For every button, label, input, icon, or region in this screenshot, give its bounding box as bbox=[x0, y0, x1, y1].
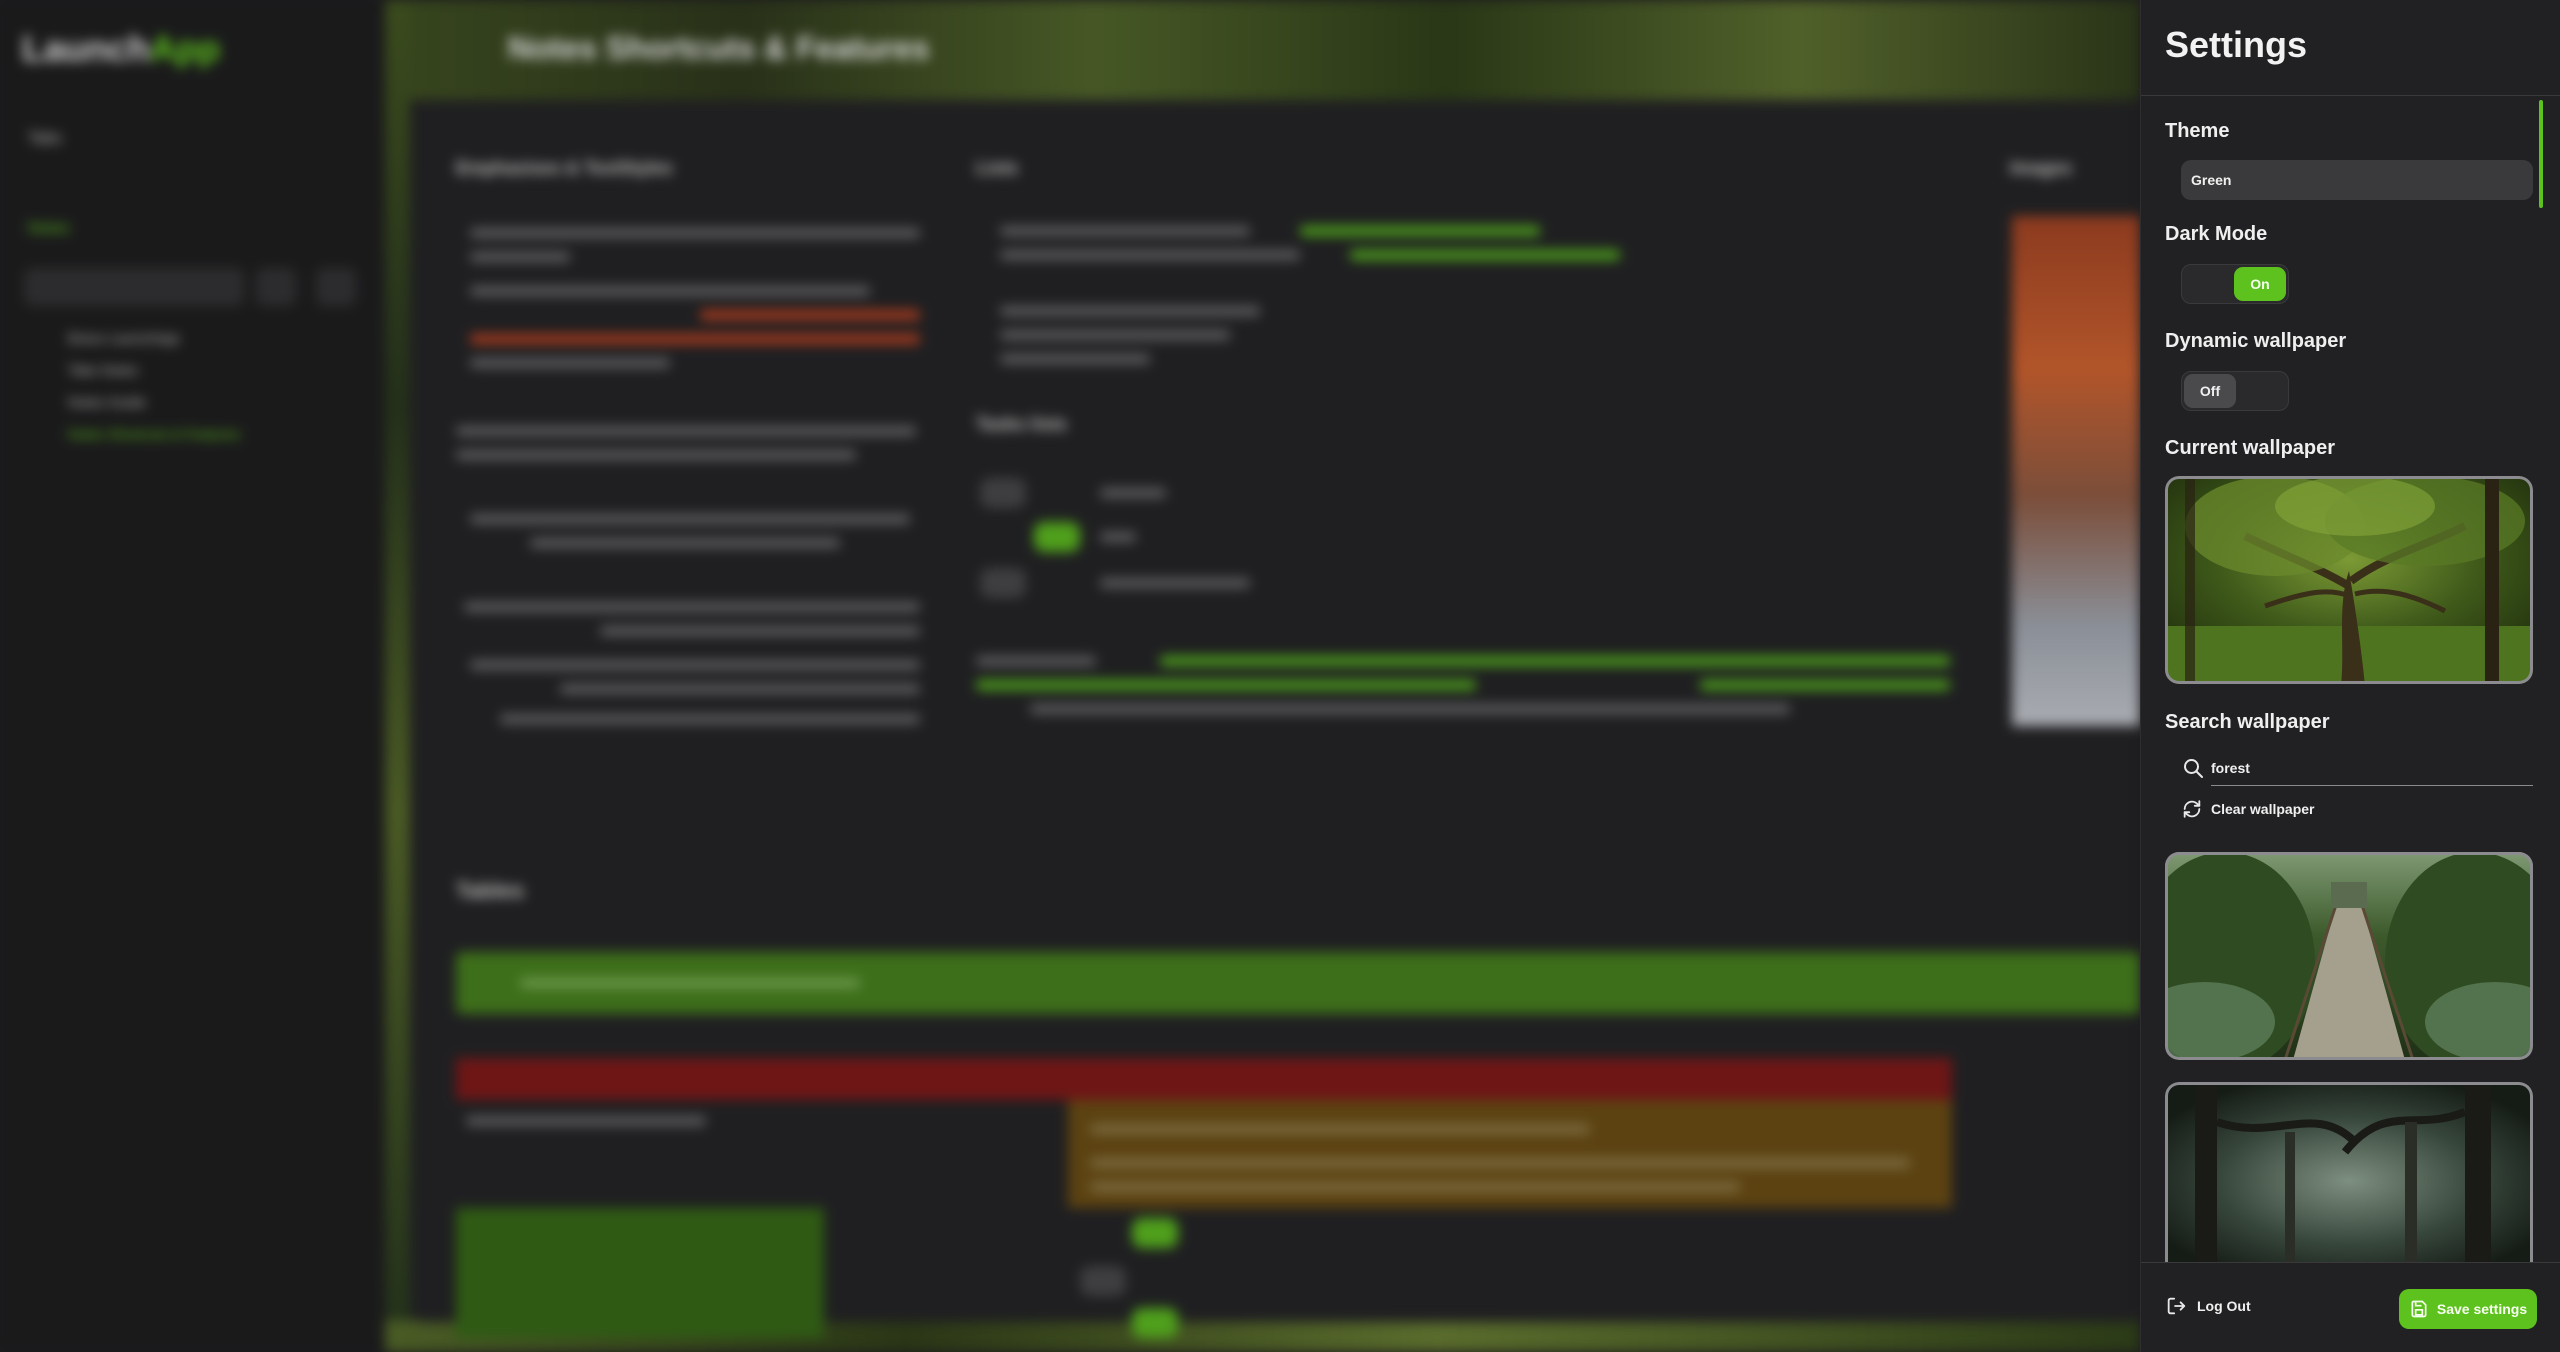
current-wallpaper-image[interactable] bbox=[2165, 476, 2533, 684]
save-icon bbox=[2411, 1300, 2427, 1318]
sidebar-notes[interactable]: Notes bbox=[28, 220, 70, 238]
dynamic-wallpaper-state: Off bbox=[2184, 374, 2236, 408]
wallpaper-result[interactable] bbox=[2165, 1082, 2533, 1262]
background-app: LaunchApp Tabs Notes Bravo LaunchApp Tak… bbox=[0, 0, 2140, 1352]
app-logo: LaunchApp bbox=[22, 28, 220, 70]
table-cell bbox=[456, 1208, 824, 1338]
section-heading: Tasks lists bbox=[976, 414, 1067, 434]
save-settings-label: Save settings bbox=[2436, 1301, 2528, 1317]
section-heading: Lists bbox=[976, 158, 1019, 178]
wallpaper-frame bbox=[2165, 852, 2533, 1060]
theme-label: Theme bbox=[2165, 120, 2230, 142]
note-action-button[interactable] bbox=[256, 268, 296, 306]
page-title: Notes Shortcuts & Features bbox=[508, 30, 930, 66]
settings-scrollbar[interactable] bbox=[2539, 100, 2543, 208]
note-search-input[interactable] bbox=[24, 268, 244, 306]
settings-title: Settings bbox=[2165, 24, 2308, 65]
section-heading: Emphasises & TextStyles bbox=[456, 158, 673, 178]
refresh-icon bbox=[2183, 800, 2201, 818]
wallpaper-search bbox=[2181, 750, 2533, 786]
settings-divider bbox=[2141, 95, 2560, 96]
sidebar-note-item[interactable]: Bravo LaunchApp bbox=[68, 330, 179, 346]
dynamic-wallpaper-toggle[interactable]: Off bbox=[2181, 371, 2289, 411]
wallpaper-frame bbox=[2165, 476, 2533, 684]
settings-footer: Log Out Save settings bbox=[2141, 1262, 2560, 1352]
logout-label: Log Out bbox=[2197, 1298, 2251, 1314]
sidebar-note-item[interactable]: Take Notes bbox=[68, 362, 138, 378]
wallpaper-result[interactable] bbox=[2165, 852, 2533, 1060]
section-heading: Tables bbox=[456, 878, 525, 903]
logout-button[interactable]: Log Out bbox=[2165, 1295, 2251, 1317]
current-wallpaper-label: Current wallpaper bbox=[2165, 437, 2336, 459]
save-settings-button[interactable]: Save settings bbox=[2399, 1289, 2537, 1329]
dynamic-wallpaper-label: Dynamic wallpaper bbox=[2165, 330, 2347, 352]
clear-wallpaper-label: Clear wallpaper bbox=[2211, 801, 2315, 817]
table-header-row bbox=[456, 1058, 1952, 1100]
settings-panel: Settings Theme Green Dark Mode On Dynami… bbox=[2140, 0, 2560, 1352]
search-wallpaper-label: Search wallpaper bbox=[2165, 711, 2330, 733]
clear-wallpaper-button[interactable]: Clear wallpaper bbox=[2181, 796, 2315, 822]
dark-mode-toggle[interactable]: On bbox=[2181, 264, 2289, 304]
theme-select[interactable]: Green bbox=[2181, 160, 2533, 200]
sidebar-note-item[interactable]: Notes Guide bbox=[68, 394, 146, 410]
wallpaper-search-input[interactable] bbox=[2211, 750, 2533, 786]
sidebar-tabs[interactable]: Tabs bbox=[28, 130, 62, 148]
note-add-button[interactable] bbox=[316, 268, 356, 306]
note-image bbox=[2012, 216, 2140, 726]
wallpaper-frame bbox=[2165, 1082, 2533, 1262]
dark-mode-state: On bbox=[2234, 267, 2286, 301]
section-heading: Images bbox=[2010, 158, 2073, 178]
logout-icon bbox=[2167, 1297, 2186, 1315]
app-sidebar: LaunchApp Tabs Notes Bravo LaunchApp Tak… bbox=[0, 0, 385, 1352]
search-icon bbox=[2184, 759, 2203, 778]
sidebar-note-item-active[interactable]: Notes Shortcuts & Features bbox=[68, 426, 240, 442]
logo-accent: App bbox=[150, 28, 220, 69]
dark-mode-label: Dark Mode bbox=[2165, 223, 2268, 245]
logo-text: Launch bbox=[22, 28, 151, 69]
